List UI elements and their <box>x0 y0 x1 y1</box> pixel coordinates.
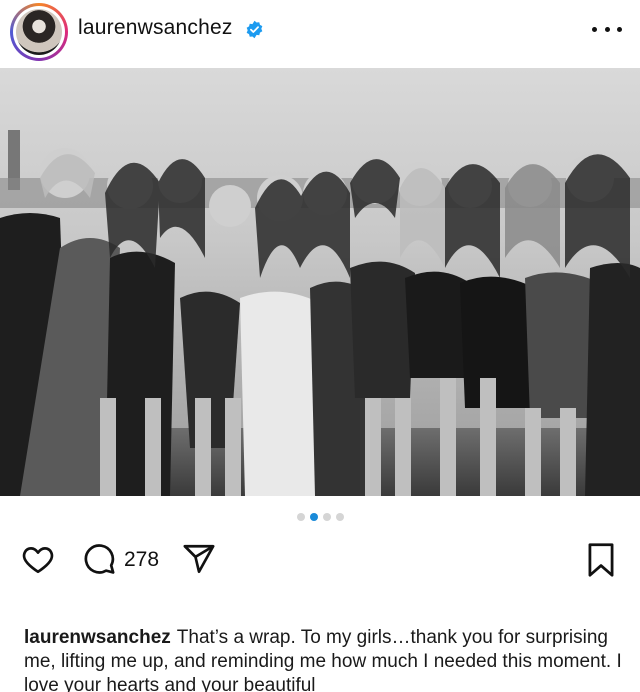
post-caption: laurenwsanchez That’s a wrap. To my girls… <box>24 626 624 692</box>
paper-plane-icon[interactable] <box>182 542 216 576</box>
more-dot <box>617 26 622 32</box>
verified-badge-icon <box>246 20 263 39</box>
avatar-image <box>16 9 62 55</box>
carousel-indicator <box>0 513 640 523</box>
comment-icon[interactable] <box>82 542 116 576</box>
post-username[interactable]: laurenwsanchez <box>78 16 233 40</box>
more-dot <box>604 26 610 32</box>
more-dot <box>592 26 597 32</box>
avatar-frame <box>13 6 65 58</box>
avatar[interactable] <box>10 3 68 61</box>
carousel-dot <box>296 513 305 521</box>
carousel-dot <box>322 513 331 521</box>
comment-count: 278 <box>124 548 160 571</box>
carousel-dot <box>335 513 344 521</box>
carousel-dot-active <box>309 513 318 521</box>
caption-username[interactable]: laurenwsanchez <box>24 627 171 648</box>
heart-icon[interactable] <box>20 542 56 576</box>
bookmark-icon[interactable] <box>587 542 615 578</box>
post-actions: 278 <box>0 538 640 582</box>
post-header: laurenwsanchez <box>0 0 640 62</box>
post-photo[interactable] <box>0 68 640 496</box>
more-options-icon[interactable] <box>592 18 622 40</box>
